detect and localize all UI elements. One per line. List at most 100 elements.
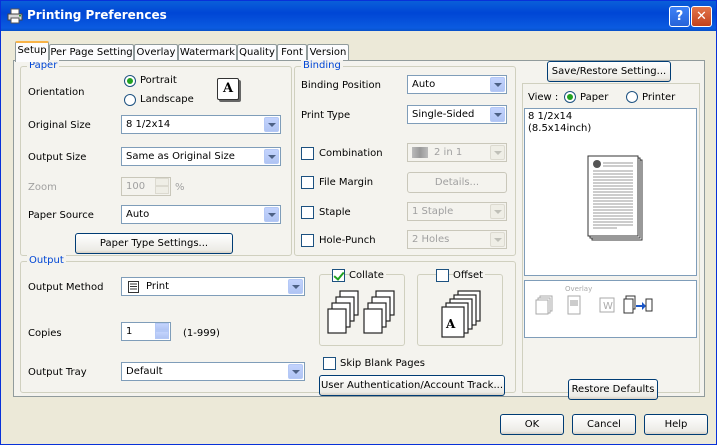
landscape-label[interactable]: Landscape <box>140 94 194 105</box>
chevron-down-icon[interactable] <box>264 207 279 222</box>
binding-position-label: Binding Position <box>301 80 381 91</box>
tab-quality[interactable]: Quality <box>237 44 277 61</box>
paper-preview: 8 1/2x14 (8.5x14inch) <box>524 108 697 276</box>
copies-spinner[interactable]: 1 <box>121 322 171 341</box>
paper-source-select[interactable]: Auto <box>121 205 281 224</box>
close-button[interactable]: ✕ <box>691 6 712 27</box>
chevron-down-icon[interactable] <box>490 145 505 160</box>
tab-setup[interactable]: Setup <box>15 41 49 62</box>
spin-down-icon[interactable] <box>155 331 169 339</box>
hole-punch-select[interactable]: 2 Holes <box>407 230 507 249</box>
skip-blank-pages-checkbox[interactable] <box>323 357 336 370</box>
document-icon <box>128 281 139 293</box>
spin-up-icon[interactable] <box>155 178 169 186</box>
original-size-label: Original Size <box>28 120 91 131</box>
output-method-select[interactable]: Print <box>121 277 305 296</box>
output-size-select[interactable]: Same as Original Size <box>121 147 281 166</box>
hole-punch-checkbox[interactable] <box>301 234 314 247</box>
paper-size-inch-text: (8.5x14inch) <box>528 123 592 134</box>
view-paper-label[interactable]: Paper <box>580 92 608 103</box>
tab-watermark[interactable]: Watermark <box>178 44 237 61</box>
user-authentication-button[interactable]: User Authentication/Account Track... <box>319 375 505 396</box>
orientation-portrait-icon: A <box>217 78 239 100</box>
printer-icon <box>7 8 23 24</box>
staple-select[interactable]: 1 Staple <box>407 202 507 221</box>
view-printer-label[interactable]: Printer <box>642 92 675 103</box>
chevron-down-icon[interactable] <box>288 364 303 379</box>
details-button[interactable]: Details... <box>407 172 507 193</box>
print-type-label: Print Type <box>301 110 351 121</box>
window-title: Printing Preferences <box>27 8 167 22</box>
output-method-status-icon <box>623 295 653 314</box>
collate-checkbox[interactable] <box>332 269 345 282</box>
offset-box: Offset A <box>417 269 503 346</box>
tab-per-page-setting[interactable]: Per Page Setting <box>49 44 134 61</box>
chevron-down-icon[interactable] <box>490 77 505 92</box>
combination-label[interactable]: Combination <box>319 148 383 159</box>
copies-range: (1-999) <box>183 328 220 339</box>
setup-panel: Paper Orientation Portrait Landscape A O… <box>13 60 705 400</box>
combination-checkbox[interactable] <box>301 147 314 160</box>
binding-position-select[interactable]: Auto <box>407 75 507 94</box>
skip-blank-pages-label[interactable]: Skip Blank Pages <box>340 358 425 369</box>
combination-select[interactable]: 2 in 1 <box>407 143 507 162</box>
view-paper-radio[interactable] <box>564 91 576 103</box>
chevron-down-icon[interactable] <box>490 204 505 219</box>
collate-label[interactable]: Collate <box>349 270 386 281</box>
help-title-button[interactable]: ? <box>669 6 690 27</box>
chevron-down-icon[interactable] <box>490 232 505 247</box>
printing-preferences-window: Printing Preferences ? ✕ Setup Per Page … <box>0 0 717 445</box>
chevron-down-icon[interactable] <box>264 149 279 164</box>
overlay-status-label: Overlay <box>565 285 593 293</box>
restore-defaults-button[interactable]: Restore Defaults <box>568 379 658 400</box>
function-status-box: Overlay W <box>524 280 697 338</box>
offset-checkbox[interactable] <box>436 269 449 282</box>
collate-box: Collate <box>319 269 405 346</box>
chevron-down-icon[interactable] <box>288 279 303 294</box>
cancel-button[interactable]: Cancel <box>572 414 636 435</box>
hole-punch-label[interactable]: Hole-Punch <box>319 235 376 246</box>
view-printer-radio[interactable] <box>626 91 638 103</box>
paper-group: Paper Orientation Portrait Landscape A O… <box>20 60 292 256</box>
help-button[interactable]: Help <box>644 414 708 435</box>
paper-size-text: 8 1/2x14 <box>528 111 573 122</box>
print-type-select[interactable]: Single-Sided <box>407 105 507 124</box>
chevron-down-icon[interactable] <box>264 117 279 132</box>
orientation-label: Orientation <box>28 87 85 98</box>
output-group: Output Output Method Print Copies 1 (1-9… <box>20 255 516 396</box>
combination-pages-icon <box>412 147 428 158</box>
view-label: View : <box>528 92 559 103</box>
zoom-spinner[interactable]: 100 <box>121 177 171 196</box>
output-size-label: Output Size <box>28 152 87 163</box>
original-size-select[interactable]: 8 1/2x14 <box>121 115 281 134</box>
save-restore-setting-button[interactable]: Save/Restore Setting... <box>547 61 671 82</box>
svg-text:W: W <box>603 301 613 312</box>
tab-version[interactable]: Version <box>307 44 349 61</box>
title-bar[interactable]: Printing Preferences ? ✕ <box>1 1 716 31</box>
staple-label[interactable]: Staple <box>319 207 351 218</box>
output-tray-select[interactable]: Default <box>121 362 305 381</box>
overlay-status-icon <box>567 295 581 315</box>
binding-group: Binding Binding Position Auto Print Type… <box>294 60 516 256</box>
file-margin-label[interactable]: File Margin <box>319 177 373 188</box>
ok-button[interactable]: OK <box>500 414 564 435</box>
portrait-label[interactable]: Portrait <box>140 75 177 86</box>
staple-checkbox[interactable] <box>301 206 314 219</box>
chevron-down-icon[interactable] <box>490 107 505 122</box>
tab-overlay[interactable]: Overlay <box>134 44 178 61</box>
output-group-title: Output <box>27 255 66 266</box>
offset-icon-letter: A <box>446 317 456 331</box>
paper-type-settings-button[interactable]: Paper Type Settings... <box>75 233 233 254</box>
offset-icon <box>441 290 481 338</box>
portrait-radio[interactable] <box>124 75 136 87</box>
file-margin-checkbox[interactable] <box>301 176 314 189</box>
spin-down-icon[interactable] <box>155 186 169 194</box>
output-method-label: Output Method <box>28 282 104 293</box>
landscape-radio[interactable] <box>124 94 136 106</box>
spin-up-icon[interactable] <box>155 323 169 331</box>
copies-label: Copies <box>28 328 62 339</box>
offset-label[interactable]: Offset <box>453 270 486 281</box>
tab-font[interactable]: Font <box>277 44 307 61</box>
collate-icon <box>327 290 395 334</box>
combination-status-icon <box>535 295 553 315</box>
